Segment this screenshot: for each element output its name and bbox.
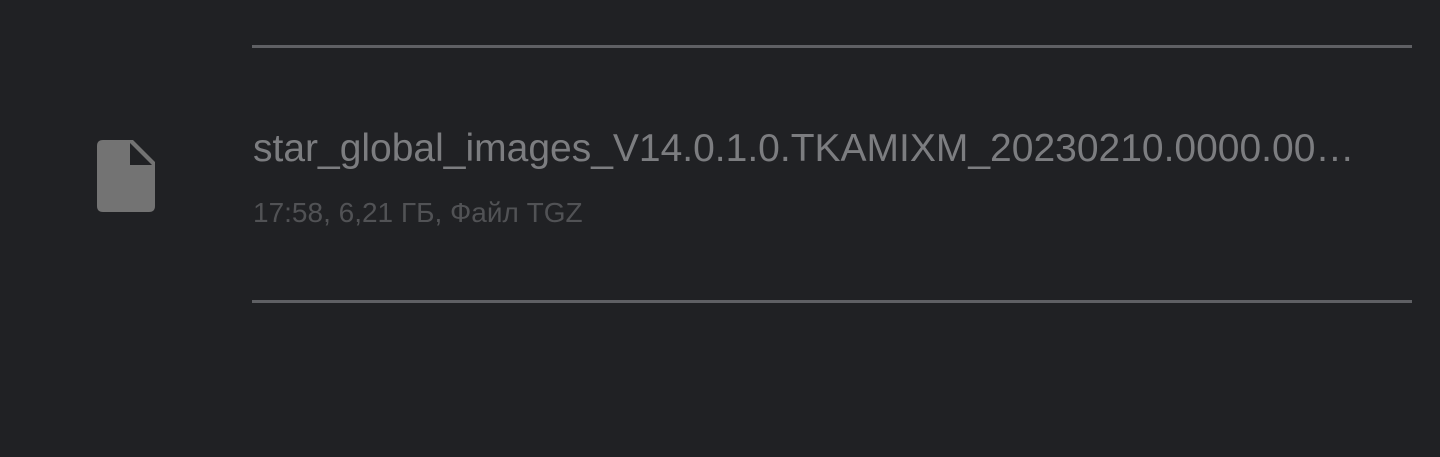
file-name: star_global_images_V14.0.1.0.TKAMIXM_202… (253, 127, 1375, 170)
bottom-divider (252, 300, 1412, 303)
file-icon (97, 140, 155, 212)
download-item[interactable]: star_global_images_V14.0.1.0.TKAMIXM_202… (0, 48, 1440, 300)
file-meta: 17:58, 6,21 ГБ, Файл TGZ (253, 197, 583, 228)
